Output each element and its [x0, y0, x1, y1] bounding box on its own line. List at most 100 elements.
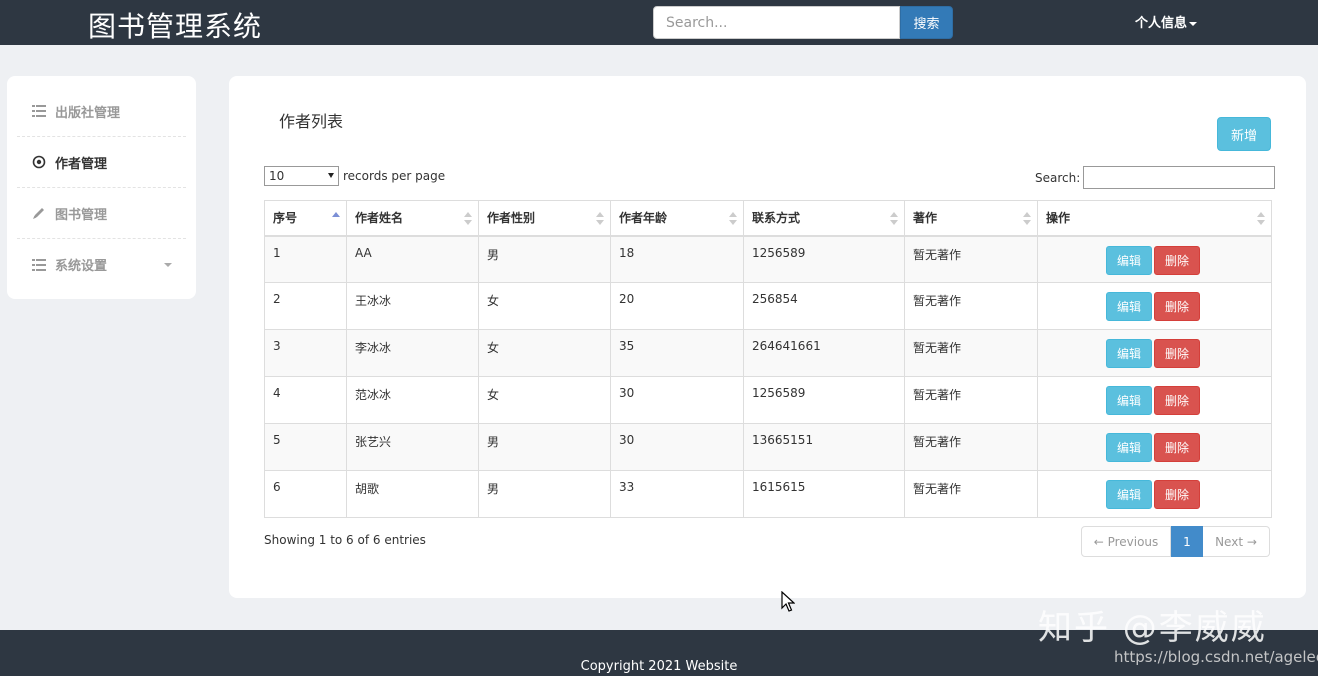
table-header-row: 序号 作者姓名 作者性别 作者年龄 联系方式 著作 操作	[264, 200, 1272, 237]
edit-button[interactable]: 编辑	[1106, 386, 1152, 415]
sort-icon	[1257, 212, 1265, 226]
column-header-name[interactable]: 作者姓名	[346, 200, 479, 237]
cell-actions: 编辑 删除	[1037, 282, 1272, 330]
cell-contact: 1256589	[743, 376, 905, 424]
filter-label: Search:	[1035, 170, 1081, 185]
pagination-previous[interactable]: ← Previous	[1081, 526, 1171, 557]
cell-id: 5	[264, 423, 347, 471]
cell-works: 暂无著作	[904, 329, 1038, 377]
watermark-text: 知乎 @李威威	[1038, 608, 1267, 648]
pencil-icon	[31, 206, 47, 220]
edit-button[interactable]: 编辑	[1106, 339, 1152, 368]
cell-gender: 男	[478, 235, 611, 283]
caret-down-icon	[328, 173, 334, 178]
delete-button[interactable]: 删除	[1154, 386, 1200, 415]
cell-works: 暂无著作	[904, 376, 1038, 424]
column-header-contact[interactable]: 联系方式	[743, 200, 905, 237]
cell-name: 范冰冰	[346, 376, 479, 424]
sidebar-item-books[interactable]: 图书管理	[17, 188, 186, 239]
table-row: 1 AA 男 18 1256589 暂无著作 编辑 删除	[264, 235, 1272, 283]
delete-button[interactable]: 删除	[1154, 433, 1200, 462]
cell-works: 暂无著作	[904, 235, 1038, 283]
table-search-input[interactable]	[1083, 166, 1276, 189]
search-button[interactable]: 搜索	[900, 6, 953, 39]
cell-gender: 男	[478, 470, 611, 518]
header-search: 搜索	[653, 6, 953, 39]
sidebar-item-label: 系统设置	[55, 259, 108, 274]
table-row: 6 胡歌 男 33 1615615 暂无著作 编辑 删除	[264, 470, 1272, 518]
cell-contact: 1615615	[743, 470, 905, 518]
main-panel: 作者列表 新增 10 records per page Search: 序号 作…	[229, 76, 1306, 598]
cell-name: 胡歌	[346, 470, 479, 518]
page-length-select[interactable]: 10	[264, 166, 339, 186]
mouse-cursor-icon	[781, 590, 796, 616]
table-row: 2 王冰冰 女 20 256854 暂无著作 编辑 删除	[264, 282, 1272, 330]
cell-gender: 女	[478, 282, 611, 330]
brand-title[interactable]: 图书管理系统	[88, 5, 262, 45]
cell-contact: 1256589	[743, 235, 905, 283]
caret-down-icon	[1189, 21, 1198, 26]
sort-icon	[464, 212, 472, 226]
watermark-url: https://blog.csdn.net/agelee	[1114, 648, 1318, 666]
cell-age: 30	[610, 376, 744, 424]
column-header-actions[interactable]: 操作	[1037, 200, 1272, 237]
cell-age: 30	[610, 423, 744, 471]
table-row: 5 张艺兴 男 30 13665151 暂无著作 编辑 删除	[264, 423, 1272, 471]
authors-table: 序号 作者姓名 作者性别 作者年龄 联系方式 著作 操作 1 AA 男 18 1…	[264, 200, 1272, 518]
cell-id: 6	[264, 470, 347, 518]
table-info: Showing 1 to 6 of 6 entries	[264, 533, 426, 547]
cell-contact: 13665151	[743, 423, 905, 471]
cell-id: 3	[264, 329, 347, 377]
page-length-label: records per page	[343, 169, 446, 183]
pagination-page-1[interactable]: 1	[1171, 526, 1203, 557]
column-header-works[interactable]: 著作	[904, 200, 1038, 237]
cell-actions: 编辑 删除	[1037, 423, 1272, 471]
cell-gender: 女	[478, 329, 611, 377]
cell-works: 暂无著作	[904, 282, 1038, 330]
cell-name: 张艺兴	[346, 423, 479, 471]
edit-button[interactable]: 编辑	[1106, 480, 1152, 509]
sort-icon	[729, 212, 737, 226]
edit-button[interactable]: 编辑	[1106, 292, 1152, 321]
user-menu-dropdown[interactable]: 个人信息	[1135, 12, 1198, 31]
delete-button[interactable]: 删除	[1154, 245, 1200, 275]
sidebar-item-settings[interactable]: 系统设置	[17, 239, 186, 290]
pagination-next[interactable]: Next →	[1203, 526, 1270, 557]
cell-actions: 编辑 删除	[1037, 376, 1272, 424]
cell-id: 4	[264, 376, 347, 424]
edit-button[interactable]: 编辑	[1106, 245, 1152, 275]
add-author-button[interactable]: 新增	[1217, 117, 1271, 151]
delete-button[interactable]: 删除	[1154, 480, 1200, 509]
cell-actions: 编辑 删除	[1037, 235, 1272, 283]
sidebar: 出版社管理 作者管理 图书管理 系统设置	[7, 76, 196, 299]
list-icon	[31, 258, 47, 272]
cell-actions: 编辑 删除	[1037, 329, 1272, 377]
table-filter: Search:	[1035, 166, 1276, 189]
search-input[interactable]	[653, 6, 900, 39]
sidebar-item-publishers[interactable]: 出版社管理	[17, 86, 186, 137]
pagination: ← Previous 1 Next →	[1081, 526, 1270, 557]
caret-down-icon	[164, 263, 172, 267]
cell-works: 暂无著作	[904, 423, 1038, 471]
table-row: 4 范冰冰 女 30 1256589 暂无著作 编辑 删除	[264, 376, 1272, 424]
column-header-age[interactable]: 作者年龄	[610, 200, 744, 237]
table-row: 3 李冰冰 女 35 264641661 暂无著作 编辑 删除	[264, 329, 1272, 377]
cell-contact: 264641661	[743, 329, 905, 377]
cell-contact: 256854	[743, 282, 905, 330]
sort-icon	[1023, 212, 1031, 226]
cell-name: 王冰冰	[346, 282, 479, 330]
sidebar-item-label: 出版社管理	[55, 105, 121, 121]
sidebar-item-label: 图书管理	[55, 207, 108, 223]
delete-button[interactable]: 删除	[1154, 339, 1200, 368]
edit-button[interactable]: 编辑	[1106, 433, 1152, 462]
target-icon	[31, 155, 47, 169]
delete-button[interactable]: 删除	[1154, 292, 1200, 321]
cell-id: 1	[264, 235, 347, 283]
page-title: 作者列表	[279, 112, 344, 131]
sidebar-item-authors[interactable]: 作者管理	[17, 137, 186, 188]
cell-name: AA	[346, 235, 479, 283]
cell-id: 2	[264, 282, 347, 330]
cell-age: 33	[610, 470, 744, 518]
column-header-id[interactable]: 序号	[264, 200, 347, 237]
column-header-gender[interactable]: 作者性别	[478, 200, 611, 237]
